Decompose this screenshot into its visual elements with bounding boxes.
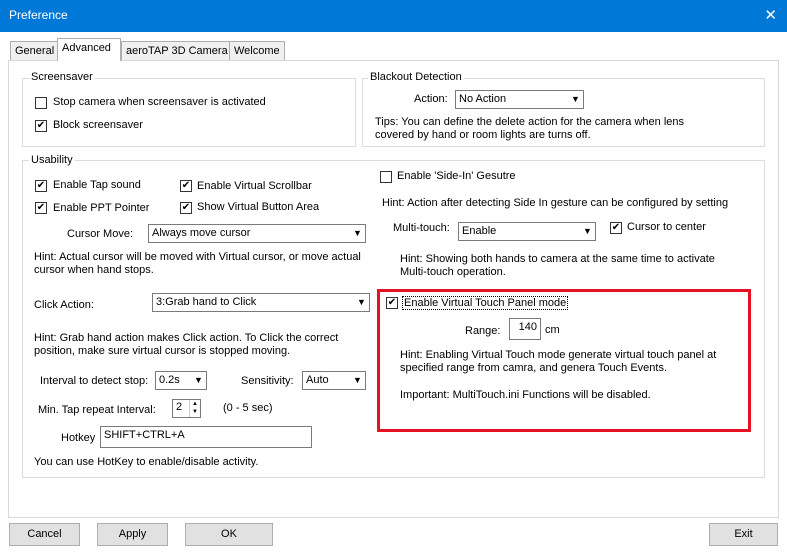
click-action-select[interactable]: 3:Grab hand to Click ▼ [152, 293, 370, 312]
vtp-label: Enable Virtual Touch Panel mode [402, 296, 569, 310]
stop-camera-checkbox[interactable] [35, 97, 47, 109]
range-unit: cm [545, 324, 560, 336]
click-action-label: Click Action: [34, 299, 94, 311]
range-value: 140 [518, 321, 537, 333]
screensaver-group [22, 78, 356, 147]
vtp-hint: Hint: Enabling Virtual Touch mode genera… [400, 349, 716, 375]
exit-button[interactable]: Exit [709, 523, 778, 546]
multitouch-hint-line: Hint: Showing both hands to camera at th… [400, 253, 715, 265]
tap-repeat-range: (0 - 5 sec) [223, 402, 273, 414]
blackout-action-select[interactable]: No Action ▼ [455, 90, 584, 109]
block-screensaver-checkbox[interactable]: ✔ [35, 120, 47, 132]
virtual-button-checkbox[interactable]: ✔ [180, 202, 192, 214]
blackout-action-label: Action: [414, 93, 448, 105]
multitouch-label: Multi-touch: [393, 222, 450, 234]
tap-repeat-label: Min. Tap repeat Interval: [38, 404, 156, 416]
ok-button[interactable]: OK [185, 523, 273, 546]
blackout-tips: Tips: You can define the delete action f… [375, 116, 684, 142]
cursor-hint-line: Hint: Actual cursor will be moved with V… [34, 251, 361, 263]
chevron-down-icon: ▼ [191, 372, 206, 389]
click-hint-line: position, make sure virtual cursor is st… [34, 345, 291, 357]
tap-sound-label: Enable Tap sound [53, 179, 141, 191]
range-label: Range: [465, 325, 501, 337]
cursor-center-checkbox[interactable]: ✔ [610, 222, 622, 234]
multitouch-select[interactable]: Enable ▼ [458, 222, 596, 241]
ppt-pointer-label: Enable PPT Pointer [53, 202, 150, 214]
virtual-scrollbar-label: Enable Virtual Scrollbar [197, 180, 312, 192]
cursor-center-label: Cursor to center [627, 221, 706, 233]
vtp-checkbox[interactable]: ✔ [386, 297, 398, 309]
apply-button[interactable]: Apply [97, 523, 168, 546]
usability-group-title: Usability [29, 154, 75, 166]
cursor-hint: Hint: Actual cursor will be moved with V… [34, 251, 361, 277]
interval-value: 0.2s [159, 374, 180, 386]
virtual-button-label: Show Virtual Button Area [197, 201, 320, 213]
cancel-button[interactable]: Cancel [9, 523, 80, 546]
tab-general[interactable]: General [10, 41, 60, 61]
multitouch-value: Enable [462, 225, 497, 237]
virtual-scrollbar-checkbox[interactable]: ✔ [180, 180, 192, 192]
block-screensaver-label: Block screensaver [53, 119, 143, 131]
tap-repeat-stepper[interactable]: 2 ▲ ▼ [172, 399, 201, 418]
hotkey-label: Hotkey [61, 432, 96, 444]
side-in-hint: Hint: Action after detecting Side In ges… [382, 197, 729, 209]
side-in-checkbox[interactable] [380, 171, 392, 183]
vtp-hint-line: Hint: Enabling Virtual Touch mode genera… [400, 349, 717, 361]
chevron-down-icon: ▼ [350, 372, 365, 389]
blackout-tips-line: covered by hand or room lights are turns… [375, 129, 591, 141]
window-title: Preference [9, 8, 68, 22]
blackout-action-value: No Action [459, 93, 507, 105]
cursor-hint-line: cursor when hand stops. [34, 264, 154, 276]
hotkey-input[interactable]: SHIFT+CTRL+A [100, 426, 312, 448]
click-hint: Hint: Grab hand action makes Click actio… [34, 332, 338, 358]
chevron-down-icon: ▼ [350, 225, 365, 242]
screensaver-group-title: Screensaver [29, 71, 95, 83]
interval-select[interactable]: 0.2s ▼ [155, 371, 207, 390]
sensitivity-value: Auto [306, 374, 329, 386]
vtp-important: Important: MultiTouch.ini Functions will… [400, 389, 651, 401]
tap-sound-checkbox[interactable]: ✔ [35, 180, 47, 192]
tab-aerotap-3d-camera[interactable]: aeroTAP 3D Camera [121, 41, 233, 61]
sensitivity-select[interactable]: Auto ▼ [302, 371, 366, 390]
tap-repeat-value: 2 [176, 401, 183, 413]
interval-label: Interval to detect stop: [40, 375, 149, 387]
side-in-label: Enable 'Side-In' Gesutre [397, 170, 516, 182]
tab-welcome[interactable]: Welcome [229, 41, 285, 61]
close-icon[interactable]: ✕ [764, 6, 777, 24]
title-bar: Preference ✕ [0, 0, 787, 32]
ppt-pointer-checkbox[interactable]: ✔ [35, 202, 47, 214]
stop-camera-label: Stop camera when screensaver is activate… [53, 96, 266, 108]
click-hint-line: Hint: Grab hand action makes Click actio… [34, 332, 339, 344]
vtp-hint-line: specified range from camra, and genera T… [400, 362, 668, 374]
cursor-move-value: Always move cursor [152, 227, 251, 239]
cursor-move-select[interactable]: Always move cursor ▼ [148, 224, 366, 243]
hotkey-hint: You can use HotKey to enable/disable act… [34, 456, 259, 468]
hotkey-value: SHIFT+CTRL+A [104, 429, 185, 441]
click-action-value: 3:Grab hand to Click [156, 296, 257, 308]
chevron-down-icon: ▼ [580, 223, 595, 240]
cursor-move-label: Cursor Move: [67, 228, 134, 240]
blackout-tips-line: Tips: You can define the delete action f… [375, 116, 685, 128]
multitouch-hint-line: Multi-touch operation. [400, 266, 506, 278]
tab-advanced[interactable]: Advanced [57, 38, 121, 61]
chevron-down-icon: ▼ [568, 91, 583, 108]
range-input[interactable]: 140 [509, 318, 541, 340]
multitouch-hint: Hint: Showing both hands to camera at th… [400, 253, 715, 279]
spin-arrows-icon[interactable]: ▲ ▼ [189, 400, 200, 417]
blackout-group-title: Blackout Detection [368, 71, 464, 83]
sensitivity-label: Sensitivity: [241, 375, 294, 387]
chevron-down-icon: ▼ [354, 294, 369, 311]
